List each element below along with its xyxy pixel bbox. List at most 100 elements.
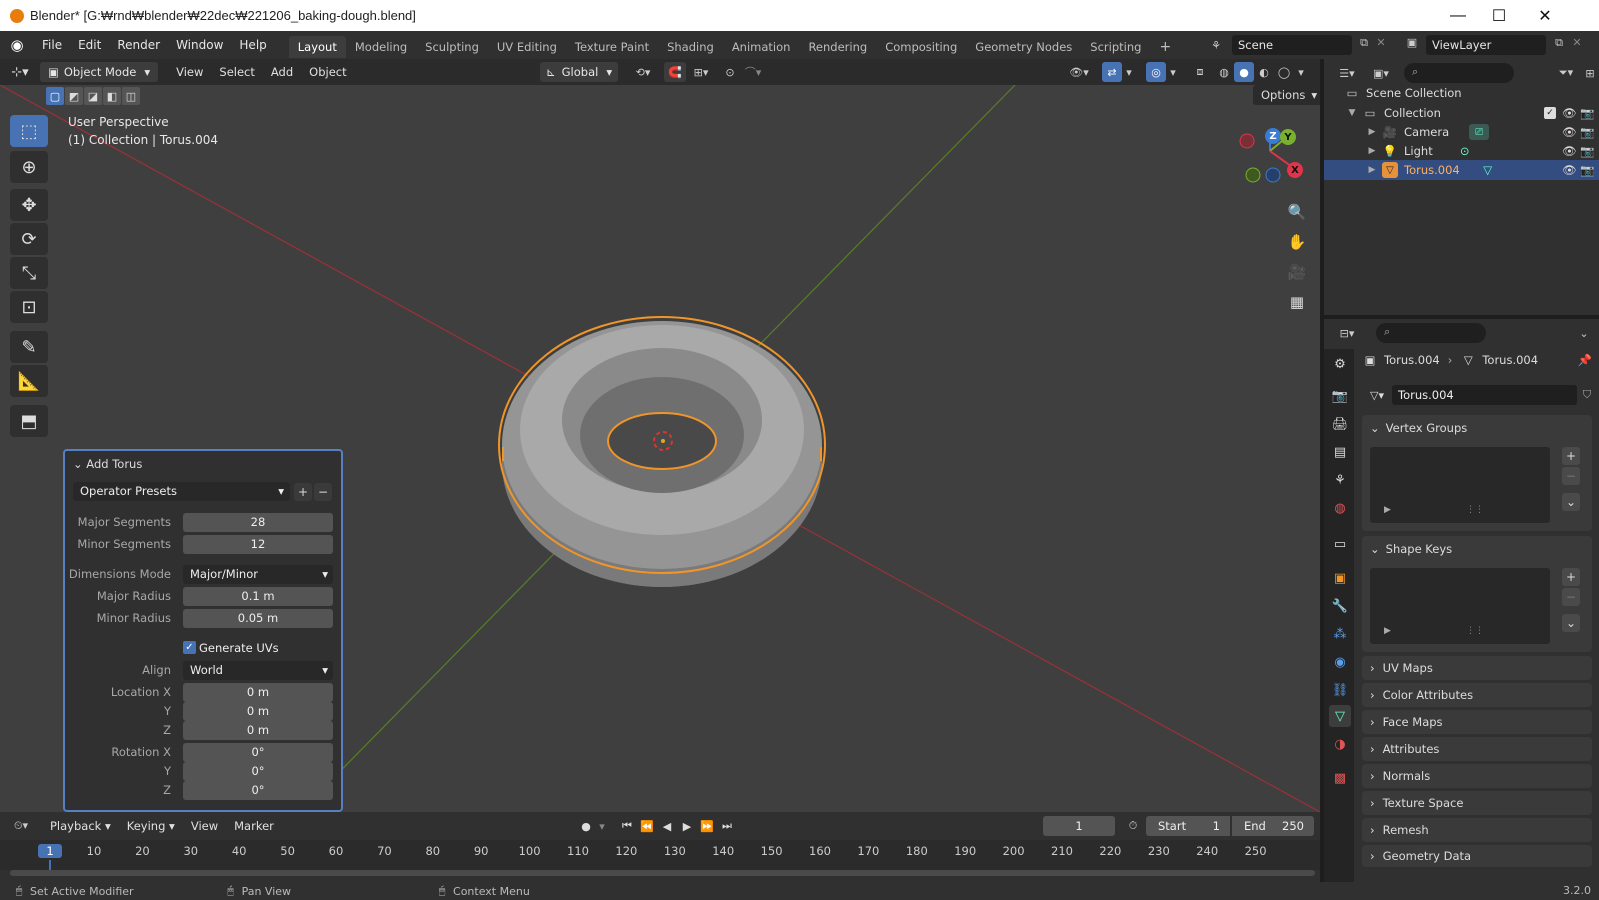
next-keyframe-icon[interactable]: ⏩ bbox=[698, 816, 716, 836]
rotation-y-field[interactable]: 0° bbox=[183, 762, 333, 781]
mesh-browse-icon[interactable]: ▽▾ bbox=[1364, 385, 1390, 405]
annotate-tool[interactable]: ✎ bbox=[10, 331, 48, 363]
scene-field[interactable]: Scene bbox=[1232, 35, 1352, 55]
maximize-button[interactable]: ☐ bbox=[1476, 0, 1522, 31]
outliner-row-torus[interactable]: ▶ ▽ Torus.004 ▽ 👁 📷 bbox=[1324, 160, 1599, 180]
remove-shape-key-icon[interactable]: − bbox=[1562, 588, 1580, 606]
display-mode-icon[interactable]: ▣▾ bbox=[1366, 63, 1396, 83]
generate-uvs-checkbox[interactable]: ✓ bbox=[183, 641, 196, 654]
vertex-group-specials-icon[interactable]: ⌄ bbox=[1562, 493, 1580, 511]
proportional-edit-icon[interactable]: ⊙ bbox=[720, 62, 740, 82]
view-layer-tab-icon[interactable]: ▤ bbox=[1329, 441, 1351, 463]
delete-scene-icon[interactable]: ✕ bbox=[1374, 36, 1388, 49]
constraints-tab-icon[interactable]: ⛓ bbox=[1329, 679, 1351, 701]
outliner-row-camera[interactable]: ▶ 🎥 Camera ⎚ 👁 📷 bbox=[1324, 122, 1599, 142]
add-shape-key-icon[interactable]: + bbox=[1562, 568, 1580, 586]
outliner-editor-type-icon[interactable]: ☰▾ bbox=[1332, 63, 1362, 83]
cursor-tool[interactable]: ⊕ bbox=[10, 151, 48, 183]
start-frame-field[interactable]: Start 1 bbox=[1146, 816, 1230, 836]
collection-tab-icon[interactable]: ▭ bbox=[1329, 533, 1351, 555]
move-tool[interactable]: ✥ bbox=[10, 189, 48, 221]
tab-shading[interactable]: Shading bbox=[658, 36, 723, 58]
operator-presets-dropdown[interactable]: Operator Presets ▾ bbox=[73, 482, 290, 501]
rotate-tool[interactable]: ⟳ bbox=[10, 223, 48, 255]
menu-add[interactable]: Add bbox=[263, 65, 301, 79]
properties-editor-type-icon[interactable]: ⊟▾ bbox=[1332, 323, 1362, 343]
tool-tab-icon[interactable]: ⚙ bbox=[1329, 353, 1351, 375]
resize-handle-icon[interactable]: ⋮⋮ bbox=[1466, 626, 1484, 636]
jump-end-icon[interactable]: ⏭ bbox=[718, 816, 736, 836]
attributes-panel[interactable]: › Attributes bbox=[1362, 737, 1592, 761]
menu-playback[interactable]: Playback ▾ bbox=[42, 819, 119, 833]
menu-keying[interactable]: Keying ▾ bbox=[119, 819, 183, 833]
new-collection-icon[interactable]: ⊞ bbox=[1582, 63, 1598, 83]
outliner-search-input[interactable]: ⌕ bbox=[1404, 63, 1514, 83]
vertex-groups-header[interactable]: ⌄ Vertex Groups bbox=[1362, 415, 1592, 441]
play-icon[interactable]: ▶ bbox=[678, 816, 696, 836]
select-extend-icon[interactable]: ◩ bbox=[65, 87, 83, 105]
view-layer-icon[interactable]: ▣ bbox=[1400, 36, 1424, 49]
material-shading-icon[interactable]: ◐ bbox=[1254, 62, 1274, 82]
tab-scripting[interactable]: Scripting bbox=[1081, 36, 1150, 58]
redo-panel-header[interactable]: ⌄ Add Torus bbox=[73, 457, 142, 471]
scale-tool[interactable]: ⤡ bbox=[10, 257, 48, 289]
object-mode-dropdown[interactable]: ▣ Object Mode ▾ bbox=[40, 62, 159, 82]
gizmo-z-icon[interactable]: Z bbox=[1265, 128, 1281, 144]
blender-menu-icon[interactable]: ◉ bbox=[0, 36, 34, 54]
tab-uv-editing[interactable]: UV Editing bbox=[488, 36, 566, 58]
menu-render[interactable]: Render bbox=[109, 31, 168, 59]
menu-view[interactable]: View bbox=[168, 65, 211, 79]
xray-icon[interactable]: ⧈ bbox=[1190, 62, 1210, 82]
wireframe-shading-icon[interactable]: ◍ bbox=[1214, 62, 1234, 82]
texture-tab-icon[interactable]: ▩ bbox=[1329, 767, 1351, 789]
outliner-row-scene-collection[interactable]: ▭ Scene Collection bbox=[1324, 83, 1599, 103]
collection-checkbox[interactable]: ✓ bbox=[1544, 107, 1556, 119]
auto-keying-icon[interactable]: ● bbox=[576, 816, 596, 836]
major-radius-field[interactable]: 0.1 m bbox=[183, 587, 333, 606]
geometry-data-panel[interactable]: › Geometry Data bbox=[1362, 845, 1592, 867]
scene-tab-icon[interactable]: ⚘ bbox=[1329, 469, 1351, 491]
rendered-shading-icon[interactable]: ◯ bbox=[1274, 62, 1294, 82]
tab-geometry-nodes[interactable]: Geometry Nodes bbox=[966, 36, 1081, 58]
render-camera-icon[interactable]: 📷 bbox=[1580, 106, 1594, 120]
new-view-layer-icon[interactable]: ⧉ bbox=[1550, 36, 1568, 50]
world-tab-icon[interactable]: ◍ bbox=[1329, 497, 1351, 519]
transform-tool[interactable]: ⊡ bbox=[10, 291, 48, 323]
jump-start-icon[interactable]: ⏮ bbox=[618, 816, 636, 836]
gizmo-toggle-icon[interactable]: ⇄ bbox=[1102, 62, 1122, 82]
scene-icon[interactable]: ⚘ bbox=[1202, 36, 1230, 54]
timeline-editor-type-icon[interactable]: ⏲▾ bbox=[0, 819, 42, 833]
expand-chevron-icon[interactable]: ▶ bbox=[1366, 165, 1378, 175]
menu-help[interactable]: Help bbox=[231, 31, 274, 59]
prev-keyframe-icon[interactable]: ⏪ bbox=[638, 816, 656, 836]
tab-animation[interactable]: Animation bbox=[723, 36, 800, 58]
menu-marker[interactable]: Marker bbox=[226, 819, 282, 833]
current-frame-field[interactable]: 1 bbox=[1043, 816, 1115, 836]
resize-handle-icon[interactable]: ⋮⋮ bbox=[1466, 505, 1484, 515]
snap-target-icon[interactable]: ⊞▾ bbox=[688, 62, 714, 82]
render-camera-icon[interactable]: 📷 bbox=[1580, 144, 1594, 158]
mesh-name-field[interactable]: Torus.004 bbox=[1392, 385, 1577, 405]
tab-sculpting[interactable]: Sculpting bbox=[416, 36, 488, 58]
end-frame-field[interactable]: End 250 bbox=[1232, 816, 1314, 836]
chevron-down-icon[interactable]: ▾ bbox=[1166, 62, 1180, 82]
shape-keys-header[interactable]: ⌄ Shape Keys bbox=[1362, 536, 1592, 562]
minor-segments-field[interactable]: 12 bbox=[183, 535, 333, 554]
object-tab-icon[interactable]: ▣ bbox=[1329, 567, 1351, 589]
render-tab-icon[interactable]: 📷 bbox=[1329, 385, 1351, 407]
falloff-icon[interactable]: ⌒▾ bbox=[740, 62, 766, 82]
major-segments-field[interactable]: 28 bbox=[183, 513, 333, 532]
gizmo-x-icon[interactable]: X bbox=[1287, 162, 1303, 178]
minimize-button[interactable]: — bbox=[1435, 0, 1481, 31]
tab-compositing[interactable]: Compositing bbox=[876, 36, 966, 58]
playhead-frame-indicator[interactable]: 1 bbox=[38, 844, 62, 858]
color-attributes-panel[interactable]: › Color Attributes bbox=[1362, 683, 1592, 707]
rotation-z-field[interactable]: 0° bbox=[183, 781, 333, 800]
remove-preset-icon[interactable]: − bbox=[314, 483, 332, 501]
mesh-data-tab-icon[interactable]: ▽ bbox=[1329, 705, 1351, 727]
tab-texture-paint[interactable]: Texture Paint bbox=[566, 36, 658, 58]
fake-user-icon[interactable]: ⛉ bbox=[1578, 385, 1596, 405]
expand-chevron-icon[interactable]: ▼ bbox=[1346, 108, 1358, 118]
frame-ruler[interactable]: 1 10 20 30 40 50 60 70 80 90 100 110 120 130 140 150 160… bbox=[0, 840, 1320, 872]
expand-chevron-icon[interactable]: ▶ bbox=[1384, 626, 1391, 636]
